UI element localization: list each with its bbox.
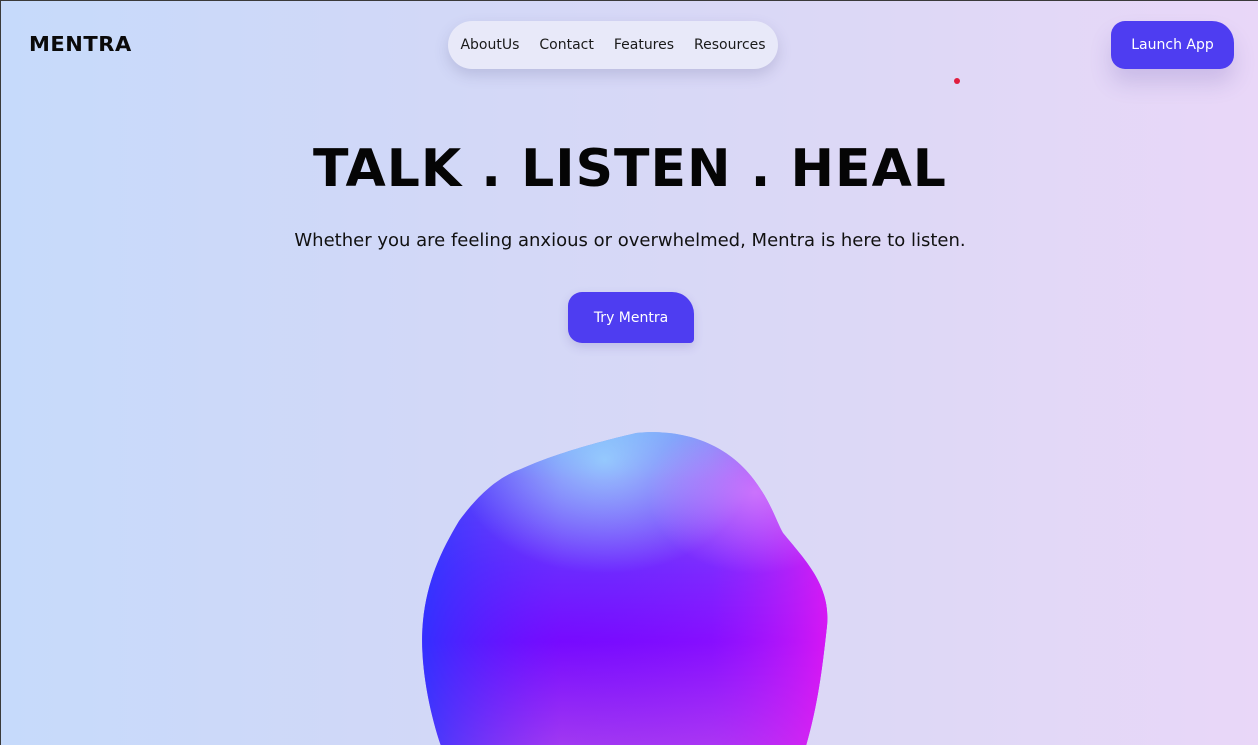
nav-link-features[interactable]: Features <box>614 37 674 53</box>
gradient-orb-svg <box>422 432 828 745</box>
nav-link-aboutus[interactable]: AboutUs <box>460 37 519 53</box>
gradient-orb-image <box>411 421 841 745</box>
nav-link-contact[interactable]: Contact <box>539 37 593 53</box>
red-dot-indicator <box>954 78 960 84</box>
hero-subtitle: Whether you are feeling anxious or overw… <box>294 230 966 251</box>
nav-link-resources[interactable]: Resources <box>694 37 766 53</box>
mentra-logo[interactable]: MENTRA <box>29 32 132 56</box>
launch-app-button[interactable]: Launch App <box>1111 21 1234 69</box>
try-mentra-button[interactable]: Try Mentra <box>568 292 694 343</box>
hero-headline: TALK . LISTEN . HEAL <box>313 139 947 199</box>
main-nav: AboutUs Contact Features Resources <box>448 21 778 69</box>
